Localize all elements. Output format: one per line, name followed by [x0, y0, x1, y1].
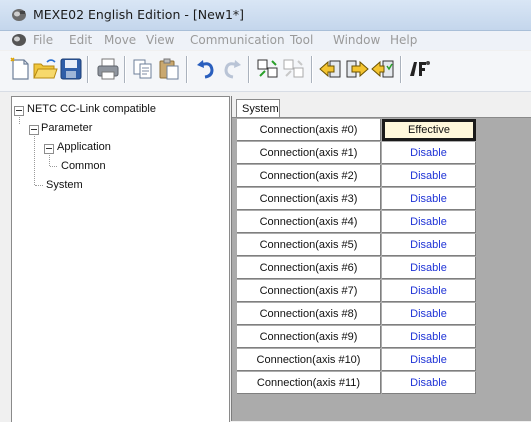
row-label: Connection(axis #10) — [237, 349, 381, 371]
row-label: Connection(axis #0) — [237, 119, 381, 141]
teaching-icon[interactable] — [406, 56, 432, 82]
collapse-toggle-icon[interactable] — [14, 106, 24, 116]
menu-move[interactable]: Move — [104, 33, 136, 47]
row-label: Connection(axis #2) — [237, 165, 381, 187]
row-value-cell[interactable]: Disable — [382, 165, 476, 187]
menu-help[interactable]: Help — [390, 33, 417, 47]
toolbar-separator — [124, 56, 126, 83]
new-file-icon[interactable] — [7, 56, 33, 82]
menu-communication[interactable]: Communication — [190, 33, 285, 47]
editor-pane: System Connection(axis #0) Effective Conne… — [231, 96, 531, 421]
row-value-cell[interactable]: Disable — [382, 326, 476, 348]
row-label: Connection(axis #8) — [237, 303, 381, 325]
row-value-cell[interactable]: Disable — [382, 349, 476, 371]
row-value-cell[interactable]: Disable — [382, 257, 476, 279]
row-label: Connection(axis #7) — [237, 280, 381, 302]
verify-icon[interactable] — [370, 56, 396, 82]
row-value-cell[interactable]: Disable — [382, 280, 476, 302]
redo-icon[interactable] — [219, 56, 245, 82]
toolbar-separator — [400, 56, 402, 83]
toolbar — [0, 51, 531, 92]
collapse-toggle-icon[interactable] — [29, 125, 39, 135]
collapse-toggle-icon[interactable] — [44, 144, 54, 154]
row-label: Connection(axis #5) — [237, 234, 381, 256]
compare-icon[interactable] — [255, 56, 281, 82]
row-label: Connection(axis #6) — [237, 257, 381, 279]
upload-icon[interactable] — [344, 56, 370, 82]
menu-file[interactable]: File — [33, 33, 53, 47]
tree-view: NETC CC-Link compatible Parameter Applic… — [11, 96, 230, 422]
print-icon[interactable] — [95, 56, 121, 82]
tree-connector — [35, 185, 43, 186]
title-bar: MEXE02 English Edition - [New1*] — [0, 0, 531, 31]
tree-connector — [49, 152, 50, 166]
app-icon — [12, 9, 26, 21]
toolbar-separator — [311, 56, 313, 83]
toolbar-separator — [186, 56, 188, 83]
menu-window[interactable]: Window — [333, 33, 380, 47]
row-label: Connection(axis #1) — [237, 142, 381, 164]
row-value-cell[interactable]: Disable — [382, 303, 476, 325]
compare-disabled-icon[interactable] — [281, 56, 307, 82]
row-value-cell[interactable]: Effective — [382, 119, 476, 141]
row-label: Connection(axis #9) — [237, 326, 381, 348]
save-icon[interactable] — [58, 56, 84, 82]
toolbar-separator — [248, 56, 250, 83]
row-value-cell[interactable]: Disable — [382, 142, 476, 164]
paste-icon[interactable] — [156, 56, 182, 82]
open-folder-icon[interactable] — [32, 56, 58, 82]
copy-icon[interactable] — [130, 56, 156, 82]
parameter-grid: Connection(axis #0) Effective Connection(a… — [232, 118, 531, 421]
tree-item-root[interactable]: NETC CC-Link compatible — [27, 103, 156, 115]
tab-system[interactable]: System — [236, 99, 280, 118]
menu-view[interactable]: View — [146, 33, 174, 47]
tree-item-parameter[interactable]: Parameter — [41, 122, 92, 134]
menu-tool[interactable]: Tool — [290, 33, 313, 47]
tree-item-system[interactable]: System — [46, 179, 83, 191]
tree-item-application[interactable]: Application — [57, 141, 111, 153]
toolbar-separator — [87, 56, 89, 83]
tree-item-common[interactable]: Common — [61, 160, 106, 172]
menu-bar: File Edit Move View Communication Tool W… — [0, 31, 531, 50]
row-label: Connection(axis #11) — [237, 372, 381, 394]
row-value-cell[interactable]: Disable — [382, 372, 476, 394]
row-label: Connection(axis #4) — [237, 211, 381, 233]
tab-strip: System — [232, 96, 531, 118]
row-value-cell[interactable]: Disable — [382, 234, 476, 256]
document-icon[interactable] — [11, 33, 27, 47]
menu-edit[interactable]: Edit — [69, 33, 92, 47]
tree-connector — [50, 166, 57, 167]
row-value-cell[interactable]: Disable — [382, 211, 476, 233]
window-title: MEXE02 English Edition - [New1*] — [33, 7, 245, 22]
tree-connector — [34, 133, 35, 185]
download-icon[interactable] — [318, 56, 344, 82]
undo-icon[interactable] — [193, 56, 219, 82]
row-value-cell[interactable]: Disable — [382, 188, 476, 210]
row-label: Connection(axis #3) — [237, 188, 381, 210]
